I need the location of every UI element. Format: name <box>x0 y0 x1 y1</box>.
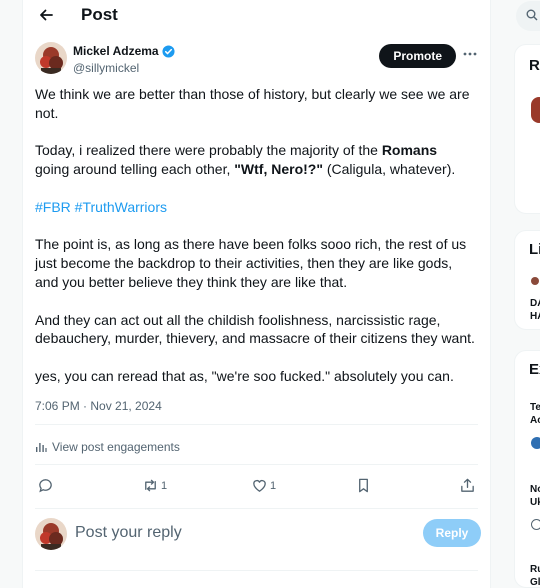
avatar <box>531 277 539 285</box>
analytics-icon <box>36 443 47 452</box>
page-header: Post <box>23 0 490 30</box>
post-paragraph: yes, you can reread that as, "we're soo … <box>35 367 454 384</box>
sidebar-card-subscribe: Re <box>514 44 540 214</box>
avatar <box>531 437 540 449</box>
view-engagements-link[interactable]: View post engagements <box>35 440 180 454</box>
card-text[interactable]: DA HA <box>530 297 540 323</box>
card-heading: Re <box>529 57 540 74</box>
explore-icon <box>531 519 540 530</box>
card-heading: Ex <box>529 361 540 378</box>
post-paragraph: We think we are better than those of his… <box>35 86 470 121</box>
avatar <box>35 518 67 550</box>
avatar[interactable] <box>35 42 67 74</box>
divider <box>35 508 478 509</box>
avatar <box>531 97 540 123</box>
page-title: Post <box>81 5 118 24</box>
sidebar-card-live: Li DA HA <box>514 230 540 330</box>
post-timestamp[interactable]: 7:06 PM · Nov 21, 2024 <box>35 399 162 413</box>
post-author: Mickel Adzema @sillymickel Promote <box>35 42 478 78</box>
explore-item[interactable]: Te Ac <box>530 401 540 427</box>
explore-item[interactable]: Ru Gl <box>530 563 540 588</box>
repost-icon <box>145 479 156 492</box>
reply-icon <box>39 479 52 493</box>
post-paragraph: And they can act out all the childish fo… <box>35 311 475 347</box>
reply-composer: Post your reply Reply <box>35 516 481 552</box>
search-input[interactable] <box>516 1 540 31</box>
like-action[interactable]: 1 <box>251 477 276 494</box>
author-handle[interactable]: @sillymickel <box>73 61 139 75</box>
post-text: We think we are better than those of his… <box>35 85 475 405</box>
action-bar: 1 1 <box>35 477 481 499</box>
more-options-icon[interactable] <box>462 46 478 62</box>
post-paragraph: The point is, as long as there have been… <box>35 236 467 290</box>
back-arrow-icon[interactable] <box>37 6 55 24</box>
repost-action[interactable]: 1 <box>142 477 167 494</box>
divider <box>35 570 478 571</box>
post-paragraph: Today, i realized there were probably th… <box>35 142 456 178</box>
card-heading: Li <box>529 241 540 258</box>
bookmark-icon <box>359 478 368 493</box>
heart-icon <box>253 480 266 492</box>
divider <box>35 464 478 465</box>
reply-action[interactable] <box>37 477 54 494</box>
share-icon <box>461 478 474 492</box>
reply-button[interactable]: Reply <box>423 519 481 547</box>
main-column: Post Mickel Adzema @sillymickel Promote <box>22 0 491 588</box>
verified-badge-icon <box>162 44 175 58</box>
reply-input[interactable]: Post your reply <box>75 524 182 542</box>
share-action[interactable] <box>459 477 476 494</box>
promote-button[interactable]: Promote <box>379 44 456 68</box>
explore-item[interactable]: No Uk <box>530 483 540 509</box>
search-icon <box>526 9 538 21</box>
post-hashtags[interactable]: #FBR #TruthWarriors <box>35 198 475 217</box>
author-name[interactable]: Mickel Adzema <box>73 44 159 58</box>
right-sidebar: Re Li DA HA Ex Te Ac No Uk Ru Gl <box>512 0 540 588</box>
sidebar-card-explore: Ex Te Ac No Uk Ru Gl <box>514 350 540 588</box>
divider <box>35 424 478 425</box>
bookmark-action[interactable] <box>355 477 372 494</box>
